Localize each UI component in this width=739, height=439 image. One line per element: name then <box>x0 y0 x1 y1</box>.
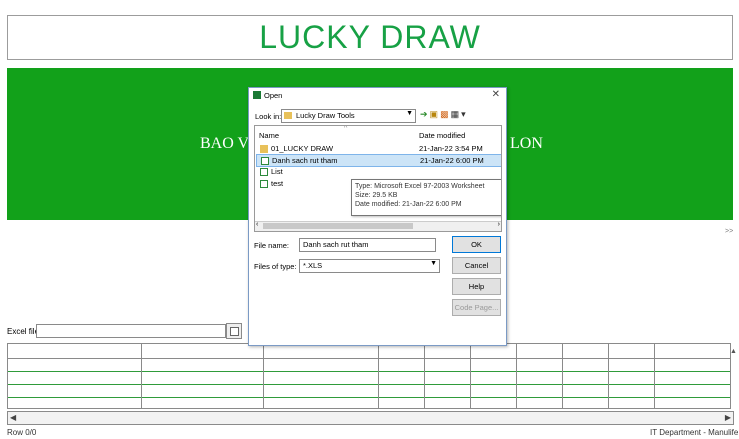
file-name: Danh sach rut tham <box>272 156 338 165</box>
excel-file-icon <box>260 168 268 176</box>
chevron-down-icon: ▼ <box>430 260 437 267</box>
files-of-type-select[interactable]: *.XLS ▼ <box>299 259 440 273</box>
file-name: test <box>271 179 284 188</box>
grid-column <box>608 344 609 408</box>
list-item[interactable]: List <box>256 166 500 177</box>
column-header-name[interactable]: Name <box>259 131 279 140</box>
tooltip-modified: Date modified: 21-Jan-22 6:00 PM <box>355 201 462 208</box>
scroll-left-icon[interactable]: ‹ <box>256 221 258 228</box>
column-header-date[interactable]: Date modified <box>419 131 465 140</box>
close-icon[interactable]: ✕ <box>492 89 500 100</box>
table-row <box>8 371 730 372</box>
footer-credit: IT Department - Manulife Viet Nam <box>650 428 739 437</box>
grid-column <box>654 344 655 408</box>
tooltip-size: Size: 29.5 KB <box>355 192 398 199</box>
folder-icon <box>284 112 292 119</box>
banner-text-right: LON <box>510 135 543 152</box>
file-name: List <box>271 167 283 176</box>
excel-file-icon <box>260 180 268 188</box>
excel-file-icon <box>261 157 269 165</box>
open-file-dialog: Open ✕ Look in: Lucky Draw Tools ▼ ➔▣▩▦▾… <box>248 87 507 346</box>
banner-text-left: BAO V <box>200 135 250 152</box>
folder-icon <box>260 145 268 153</box>
file-date: 21-Jan-22 6:00 PM <box>420 156 484 165</box>
tooltip-type: Type: Microsoft Excel 97-2003 Worksheet <box>355 183 485 190</box>
grid-column <box>562 344 563 408</box>
file-name-value: Danh sach rut tham <box>303 240 369 249</box>
scroll-left-icon[interactable]: ◀ <box>10 413 16 422</box>
excel-app-icon <box>253 91 261 99</box>
look-in-value: Lucky Draw Tools <box>296 111 355 120</box>
look-in-select[interactable]: Lucky Draw Tools ▼ <box>281 109 416 123</box>
file-name: 01_LUCKY DRAW <box>271 144 334 153</box>
grid-column <box>516 344 517 408</box>
dialog-toolbar: ➔▣▩▦▾ <box>420 109 468 120</box>
sort-caret-icon: ^ <box>344 125 348 132</box>
file-info-tooltip: Type: Microsoft Excel 97-2003 Worksheet … <box>351 179 501 216</box>
files-of-type-value: *.XLS <box>303 261 323 270</box>
new-folder-icon[interactable]: ▩ <box>440 109 451 119</box>
scroll-right-icon[interactable]: › <box>498 221 500 228</box>
file-list[interactable]: Name ^ Date modified 01_LUCKY DRAW 21-Ja… <box>254 125 502 232</box>
up-folder-icon[interactable]: ▣ <box>430 109 441 119</box>
grid-header-line <box>8 358 730 359</box>
table-row <box>8 384 730 385</box>
scroll-right-icon[interactable]: ▶ <box>725 413 731 422</box>
file-date: 21-Jan-22 3:54 PM <box>419 144 483 153</box>
look-in-label: Look in: <box>255 112 282 121</box>
help-button[interactable]: Help <box>452 278 501 295</box>
file-name-input[interactable]: Danh sach rut tham <box>299 238 436 252</box>
dialog-title: Open <box>264 91 283 100</box>
back-icon[interactable]: ➔ <box>420 109 430 119</box>
grid-column <box>141 344 142 408</box>
file-name-label: File name: <box>254 241 290 250</box>
horizontal-scrollbar[interactable]: ◀ ▶ <box>7 411 734 425</box>
row-counter: Row 0/0 <box>7 428 37 437</box>
cancel-button[interactable]: Cancel <box>452 257 501 274</box>
expand-link[interactable]: >> <box>725 228 733 235</box>
excel-file-input[interactable] <box>36 324 226 338</box>
browse-button[interactable] <box>226 323 242 339</box>
chevron-down-icon: ▼ <box>406 110 413 117</box>
code-page-button[interactable]: Code Page... <box>452 299 501 316</box>
scroll-up-icon[interactable]: ▲ <box>730 348 737 355</box>
excel-file-label: Excel file <box>7 327 40 336</box>
view-menu-icon[interactable]: ▦▾ <box>451 109 468 119</box>
grid-column <box>424 344 425 408</box>
list-item[interactable]: 01_LUCKY DRAW 21-Jan-22 3:54 PM <box>256 143 500 154</box>
scroll-thumb[interactable] <box>263 223 413 229</box>
grid-column <box>378 344 379 408</box>
files-of-type-label: Files of type: <box>254 262 297 271</box>
list-horizontal-scrollbar[interactable]: ‹ › <box>255 221 501 231</box>
browse-icon <box>230 327 239 336</box>
grid-column <box>263 344 264 408</box>
grid-column <box>470 344 471 408</box>
table-row <box>8 397 730 398</box>
app-title: LUCKY DRAW <box>7 15 733 60</box>
data-grid[interactable] <box>7 343 731 409</box>
ok-button[interactable]: OK <box>452 236 501 253</box>
